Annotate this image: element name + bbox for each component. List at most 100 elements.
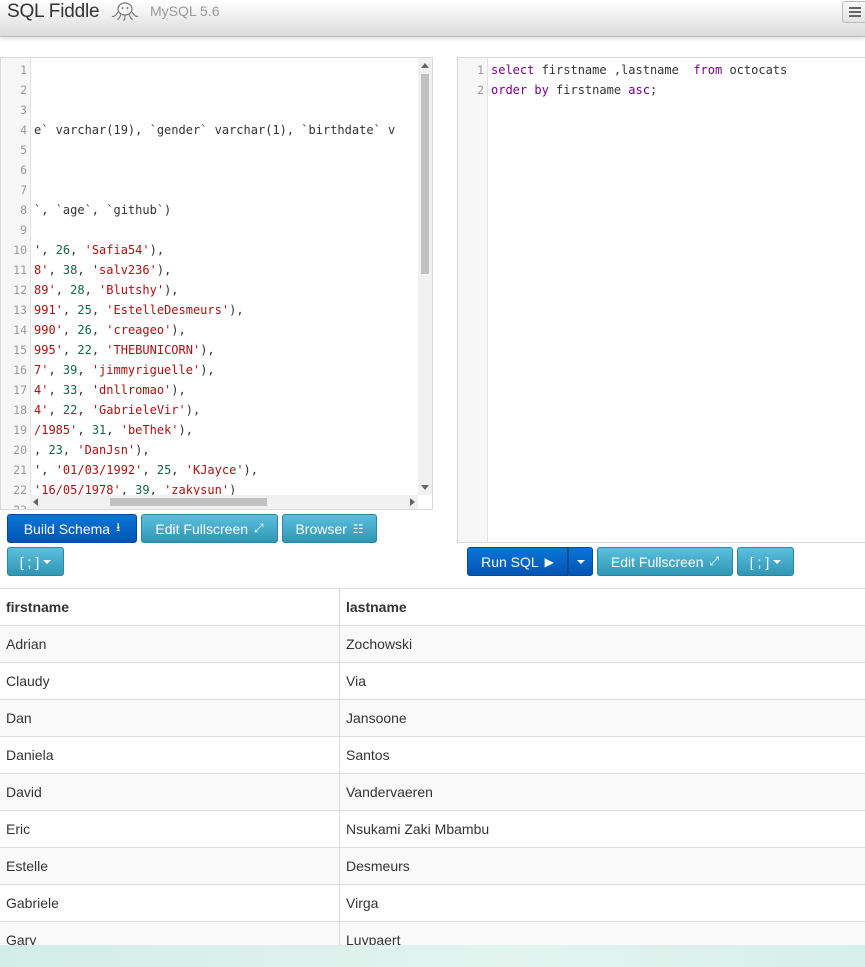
schema-delimiter-button[interactable]: [ ; ]: [7, 547, 64, 576]
code-token: from: [693, 63, 723, 77]
code-token: 28: [70, 283, 85, 297]
chevron-down-icon: [773, 559, 782, 564]
code-token: ,: [91, 323, 107, 337]
schema-editor[interactable]: 1 2 3 4 5 6 7 8 9 10 11 12 13 14 15 16 17 18 19 20 21 22 23 e`…: [0, 57, 433, 510]
build-schema-button[interactable]: Build Schema ⭳: [7, 514, 137, 543]
run-sql-button[interactable]: Run SQL ▶: [467, 547, 568, 576]
code-line: ', '01/03/1992', 25, 'KJayce'),: [34, 463, 258, 477]
code-line: /1985', 31, 'beThek'),: [34, 423, 193, 437]
code-token: 39: [62, 363, 78, 377]
code-token: ),: [156, 263, 172, 277]
schema-horizontal-scroll-thumb[interactable]: [110, 498, 267, 506]
line-number: 14: [13, 323, 27, 337]
cell-lastname: Zochowski: [339, 625, 865, 663]
chevron-down-icon: [43, 559, 52, 564]
line-number: 22: [13, 483, 27, 497]
code-token: firstname ,lastname: [534, 63, 694, 77]
code-token: ,: [77, 423, 92, 437]
code-token: firstname: [548, 83, 629, 97]
code-line: 995', 22, 'THEBUNICORN'),: [34, 343, 215, 357]
schema-code-area[interactable]: e` varchar(19), `gender` varchar(1), `bi…: [32, 58, 418, 495]
code-token: ,: [70, 243, 85, 257]
run-sql-dropdown-button[interactable]: [568, 547, 593, 576]
code-token: 25: [156, 463, 172, 477]
schema-vertical-scrollbar[interactable]: [418, 58, 432, 495]
table-row: Daniela Santos: [0, 736, 865, 774]
schema-edit-fullscreen-button[interactable]: Edit Fullscreen ⤢: [141, 514, 278, 543]
code-token: ,: [77, 383, 92, 397]
code-token: ),: [243, 463, 258, 477]
code-line: ', 26, 'Safia54'),: [34, 243, 164, 257]
table-row: Gabriele Virga: [0, 884, 865, 922]
cell-lastname: Vandervaeren: [339, 773, 865, 811]
line-number: 20: [13, 443, 27, 457]
code-token: 4': [34, 403, 49, 417]
octopus-logo-icon: [111, 2, 139, 21]
column-header-lastname[interactable]: lastname: [339, 588, 865, 626]
code-token: 38: [62, 263, 78, 277]
code-token: ),: [200, 343, 215, 357]
column-header-firstname[interactable]: firstname: [0, 588, 340, 626]
code-token: 'GabrieleVir': [91, 403, 186, 417]
code-token: 'EstelleDesmeurs': [106, 303, 230, 317]
code-token: 7': [34, 363, 49, 377]
query-editor[interactable]: 12 select firstname ,lastname from octoc…: [457, 57, 865, 543]
code-line: '16/05/1978', 39, 'zakysun'): [34, 483, 236, 495]
code-token: ,: [34, 443, 49, 457]
query-edit-fullscreen-label: Edit Fullscreen: [610, 553, 704, 570]
code-token: asc: [628, 83, 650, 97]
cell-firstname: Adrian: [0, 625, 340, 663]
line-number: 23: [13, 503, 27, 510]
cell-firstname: Dan: [0, 699, 340, 737]
expand-icon: ⤢: [709, 554, 720, 568]
schema-vertical-scroll-thumb[interactable]: [421, 74, 429, 274]
code-token: order by: [491, 83, 549, 97]
code-token: '01/03/1992': [55, 463, 143, 477]
app-title[interactable]: SQL Fiddle: [7, 1, 100, 23]
code-token: ,: [77, 403, 92, 417]
query-line-numbers: 12: [458, 58, 488, 542]
cell-firstname: Estelle: [0, 847, 340, 885]
schema-horizontal-scrollbar[interactable]: [30, 495, 418, 509]
code-token: 'KJayce': [185, 463, 244, 477]
code-token: 22: [62, 403, 78, 417]
line-number: 13: [13, 303, 27, 317]
scroll-up-arrow-icon[interactable]: [421, 63, 429, 68]
code-token: ),: [200, 363, 215, 377]
cell-firstname: Claudy: [0, 662, 340, 700]
code-token: ,: [149, 483, 165, 495]
code-token: ,: [120, 483, 136, 495]
code-token: 995': [34, 343, 63, 357]
query-code-area[interactable]: select firstname ,lastname from octocats…: [489, 58, 865, 542]
scroll-down-arrow-icon[interactable]: [421, 485, 429, 490]
bottom-footer-bar: [0, 945, 865, 967]
code-line: 89', 28, 'Blutshy'),: [34, 283, 179, 297]
line-number: 6: [20, 163, 27, 177]
table-row: Dan Jansoone: [0, 699, 865, 737]
results-header-row: firstname lastname: [0, 588, 865, 626]
chevron-down-icon: [576, 559, 585, 564]
scroll-left-arrow-icon[interactable]: [33, 498, 38, 506]
code-token: e` varchar(19), `gender` varchar(1), `bi…: [34, 123, 396, 137]
code-token: 'jimmyriguelle': [91, 363, 201, 377]
cell-lastname: Nsukami Zaki Mbambu: [339, 810, 865, 848]
table-row: Claudy Via: [0, 662, 865, 700]
cell-lastname: Via: [339, 662, 865, 700]
table-row: Adrian Zochowski: [0, 625, 865, 663]
code-line: 8', 38, 'salv236'),: [34, 263, 171, 277]
code-token: 'Safia54': [84, 243, 150, 257]
code-token: ,: [48, 403, 63, 417]
menu-button[interactable]: [842, 1, 865, 23]
scroll-right-arrow-icon[interactable]: [410, 498, 415, 506]
code-line: 991', 25, 'EstelleDesmeurs'),: [34, 303, 244, 317]
line-number: 5: [20, 143, 27, 157]
code-token: 89': [34, 283, 56, 297]
line-number: 21: [13, 463, 27, 477]
code-line: 4', 33, 'dnllromao'),: [34, 383, 186, 397]
database-version[interactable]: MySQL 5.6: [150, 3, 220, 19]
query-edit-fullscreen-button[interactable]: Edit Fullscreen ⤢: [597, 547, 733, 576]
query-delimiter-button[interactable]: [ ; ]: [737, 547, 794, 576]
code-line: select firstname ,lastname from octocats: [491, 63, 787, 77]
line-number: 1: [477, 63, 484, 77]
browser-button[interactable]: Browser ☷: [282, 514, 377, 543]
